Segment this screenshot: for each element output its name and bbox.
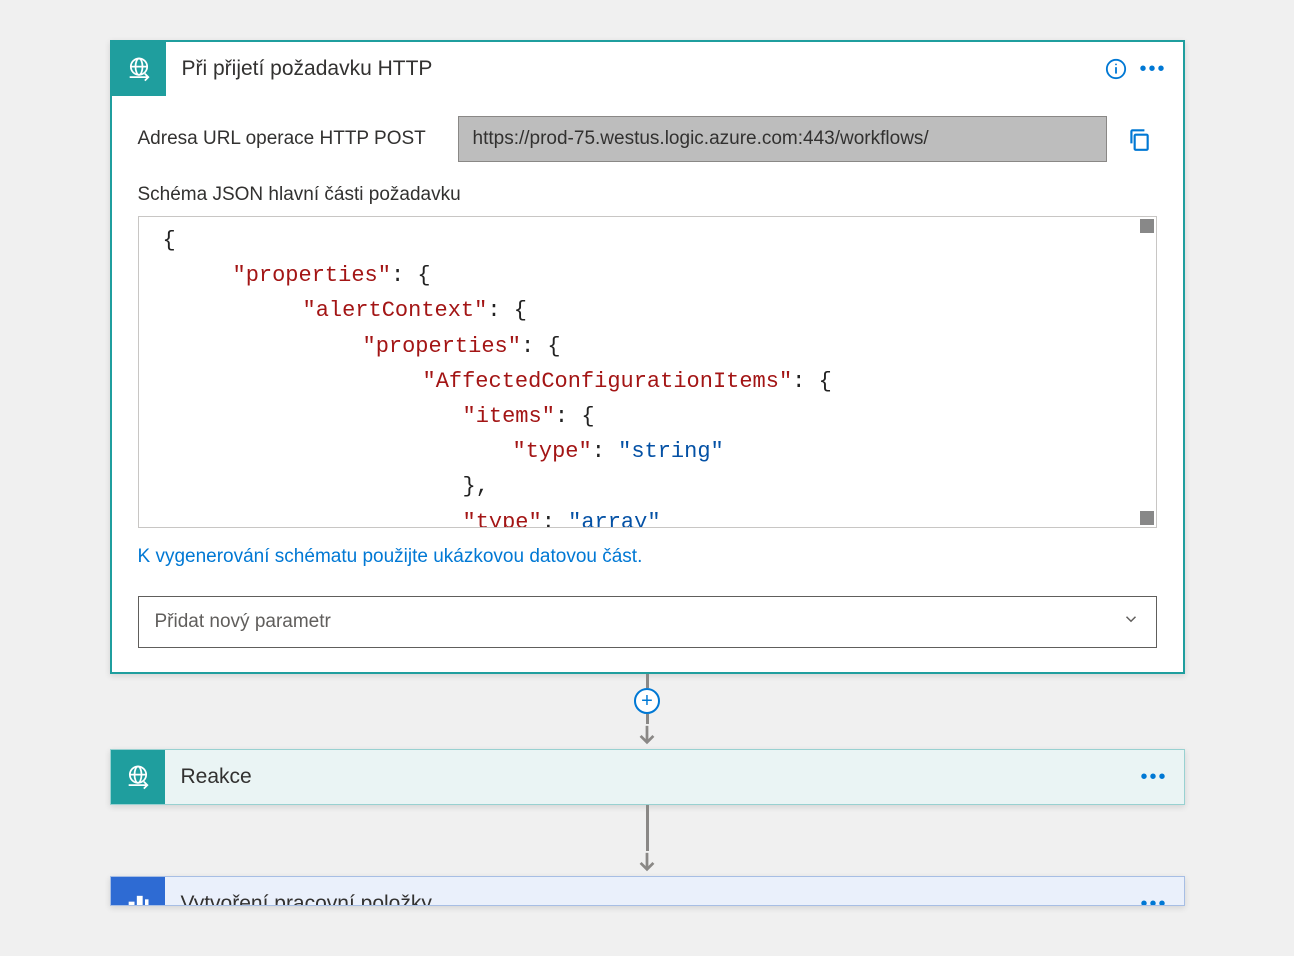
code-token: : { bbox=[391, 263, 431, 288]
arrow-down-icon bbox=[636, 851, 658, 876]
url-input[interactable]: https://prod-75.westus.logic.azure.com:4… bbox=[458, 116, 1107, 162]
code-token: "properties" bbox=[233, 263, 391, 288]
more-icon[interactable]: ••• bbox=[1139, 59, 1166, 79]
code-token: "properties" bbox=[363, 334, 521, 359]
code-token: "AffectedConfigurationItems" bbox=[423, 369, 793, 394]
add-parameter-placeholder: Přidat nový parametr bbox=[155, 611, 331, 633]
scrollbar-marker-icon bbox=[1140, 511, 1154, 525]
code-token: "string" bbox=[618, 439, 724, 464]
card-header[interactable]: Reakce ••• bbox=[111, 750, 1184, 804]
json-schema-editor[interactable]: { "properties": { "alertContext": { "pro… bbox=[138, 216, 1157, 528]
http-request-icon bbox=[112, 42, 166, 96]
card-title: Vytvoření pracovní položky bbox=[165, 892, 1141, 906]
card-title: Při přijetí požadavku HTTP bbox=[166, 57, 1106, 81]
code-token: : bbox=[542, 510, 568, 529]
code-token: : { bbox=[487, 298, 527, 323]
chevron-down-icon bbox=[1122, 610, 1140, 634]
more-icon[interactable]: ••• bbox=[1140, 767, 1167, 787]
code-token: : bbox=[592, 439, 618, 464]
add-parameter-dropdown[interactable]: Přidat nový parametr bbox=[138, 596, 1157, 648]
info-icon[interactable] bbox=[1105, 58, 1127, 80]
action-card-create-work-item[interactable]: Vytvoření pracovní položky ••• bbox=[110, 876, 1185, 906]
trigger-card-http: Při přijetí požadavku HTTP ••• Adresa UR… bbox=[110, 40, 1185, 674]
connector bbox=[636, 805, 658, 876]
code-token: "type" bbox=[513, 439, 592, 464]
url-label: Adresa URL operace HTTP POST bbox=[138, 128, 458, 150]
action-card-response[interactable]: Reakce ••• bbox=[110, 749, 1185, 805]
scrollbar-marker-icon bbox=[1140, 219, 1154, 233]
code-token: "alertContext" bbox=[303, 298, 488, 323]
arrow-down-icon bbox=[636, 724, 658, 749]
devops-work-item-icon bbox=[111, 877, 165, 906]
code-token: : { bbox=[521, 334, 561, 359]
code-token: }, bbox=[463, 474, 489, 499]
schema-label: Schéma JSON hlavní části požadavku bbox=[138, 184, 1157, 206]
connector-line bbox=[646, 714, 649, 724]
card-header[interactable]: Při přijetí požadavku HTTP ••• bbox=[112, 42, 1183, 96]
connector-line bbox=[646, 674, 649, 688]
http-response-icon bbox=[111, 750, 165, 804]
generate-schema-link[interactable]: K vygenerování schématu použijte ukázkov… bbox=[138, 546, 1157, 568]
card-body: Adresa URL operace HTTP POST https://pro… bbox=[112, 96, 1183, 672]
connector: + bbox=[634, 674, 660, 749]
copy-icon[interactable] bbox=[1121, 121, 1157, 157]
connector-line bbox=[646, 805, 649, 851]
code-token: : { bbox=[792, 369, 832, 394]
code-token: : { bbox=[555, 404, 595, 429]
code-token: "items" bbox=[463, 404, 555, 429]
code-token: "array" bbox=[568, 510, 660, 529]
code-token: { bbox=[163, 228, 176, 253]
card-title: Reakce bbox=[165, 765, 1141, 789]
more-icon[interactable]: ••• bbox=[1140, 894, 1167, 906]
code-token: "type" bbox=[463, 510, 542, 529]
add-step-button[interactable]: + bbox=[634, 688, 660, 714]
card-header[interactable]: Vytvoření pracovní položky ••• bbox=[111, 877, 1184, 906]
